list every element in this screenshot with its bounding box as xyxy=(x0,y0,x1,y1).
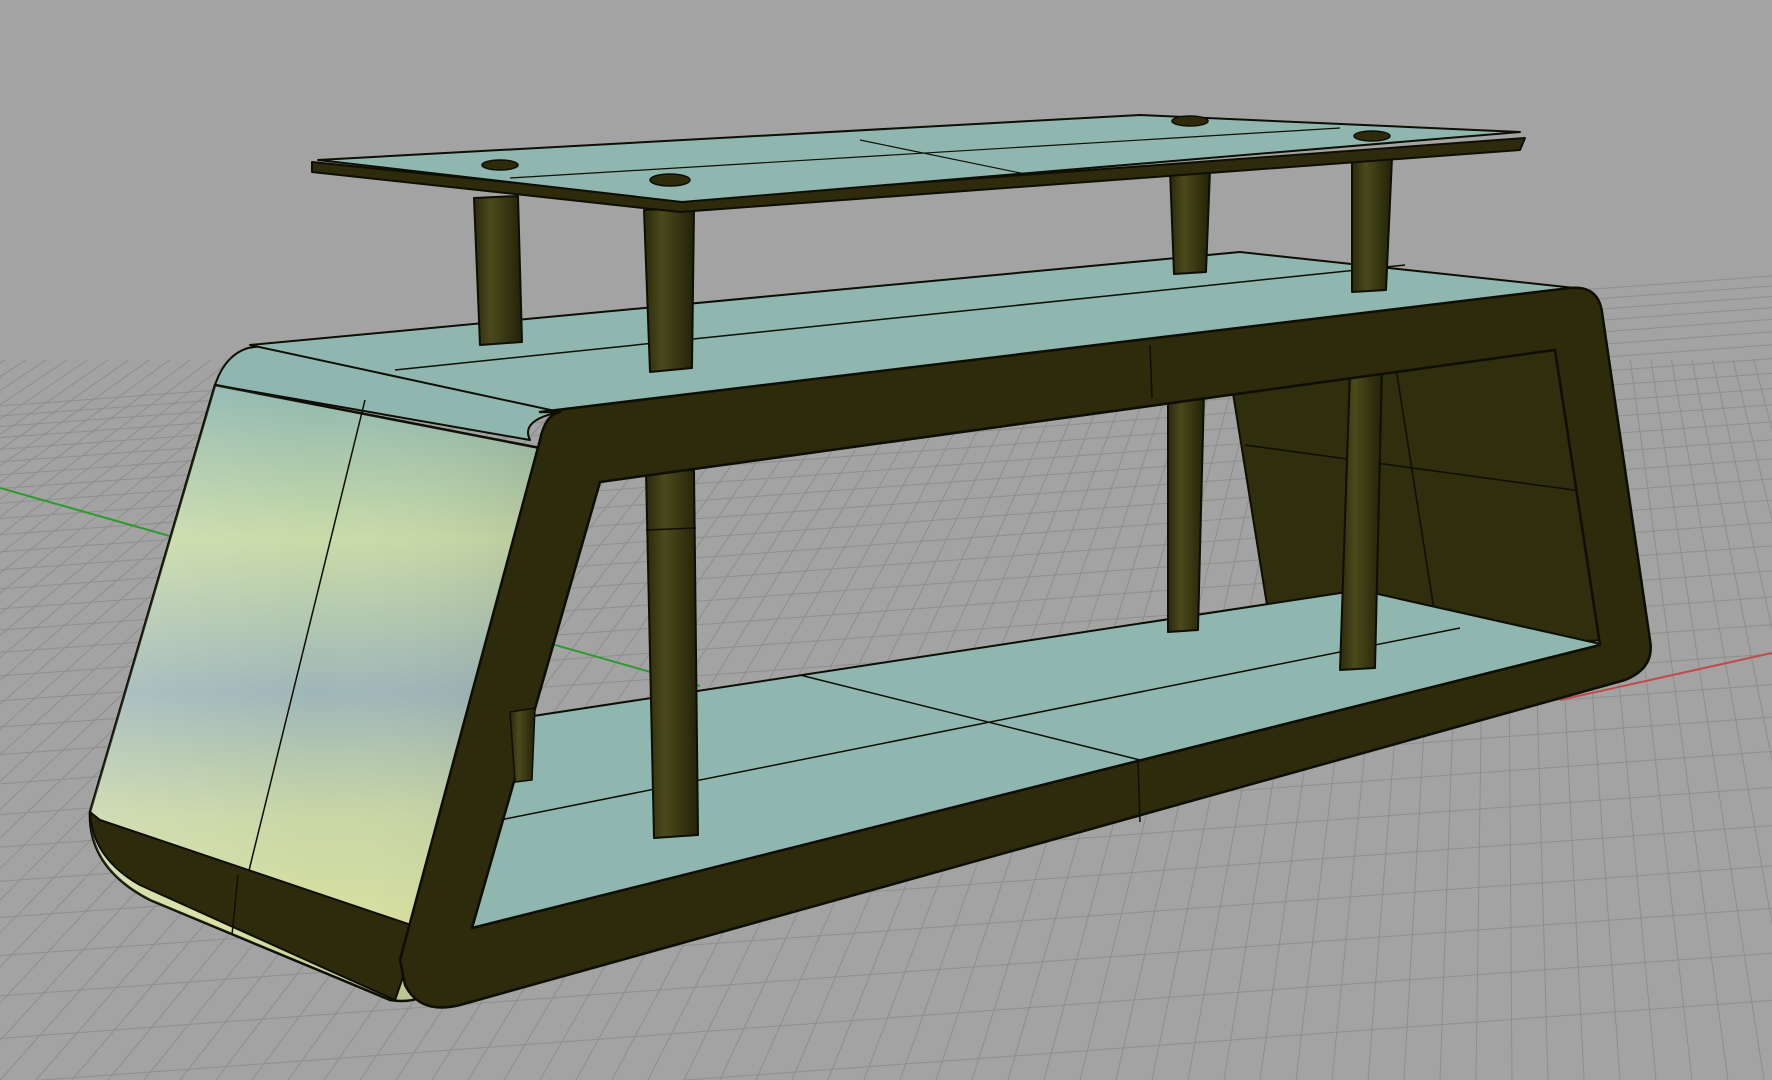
leg-stub xyxy=(509,707,536,783)
grid-line xyxy=(0,359,26,378)
front-leg-left-lower xyxy=(645,469,699,839)
grid-line xyxy=(0,359,47,392)
front-leg-left-upper xyxy=(473,195,523,346)
grid-line xyxy=(1712,359,1772,631)
tv-stand-model[interactable] xyxy=(88,114,1652,1009)
back-leg-right-upper xyxy=(1351,157,1393,293)
back-leg-left-upper xyxy=(1169,169,1211,275)
3d-viewport[interactable] xyxy=(0,0,1772,1080)
back-leg-left-lower xyxy=(1167,391,1205,633)
grid-line xyxy=(1650,359,1765,1080)
screw-hole xyxy=(481,159,519,171)
viewport-canvas[interactable] xyxy=(0,0,1772,1080)
screw-hole xyxy=(1353,130,1391,142)
grid-line xyxy=(0,359,6,364)
grid-line xyxy=(679,999,1772,1080)
grid-line xyxy=(1670,359,1772,927)
screw-hole xyxy=(1171,115,1209,127)
screw-hole xyxy=(649,173,691,187)
bottom-shelf xyxy=(469,589,1606,936)
front-leg-right-upper xyxy=(643,207,695,373)
grid-line xyxy=(1753,359,1772,432)
